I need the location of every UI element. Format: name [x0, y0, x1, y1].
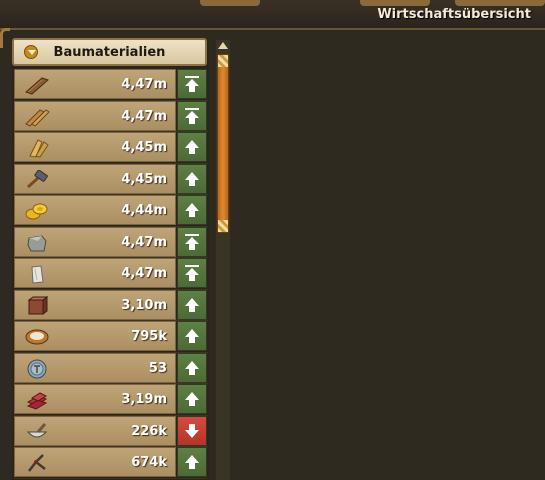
trend-up-arrow-icon[interactable]	[177, 447, 207, 477]
resource-cell: 795k	[14, 321, 176, 351]
resource-value: 4,45m	[121, 140, 167, 155]
silver-coin-icon	[23, 358, 51, 380]
trend-up-arrow-icon[interactable]	[177, 163, 207, 194]
resource-cell: 674k	[14, 447, 176, 477]
resource-row[interactable]: 4,45m	[14, 163, 208, 195]
resource-cell: 3,10m	[14, 289, 176, 320]
resource-cell: 4,45m	[14, 132, 176, 162]
resource-row[interactable]: 3,19m	[14, 384, 208, 416]
scroll-thumb-cap	[218, 55, 228, 67]
resource-cell: 4,47m	[14, 258, 176, 288]
resource-value: 4,47m	[121, 108, 167, 124]
trend-up-arrow-icon[interactable]	[177, 289, 207, 320]
plank-icon	[23, 74, 51, 96]
resource-cell: 4,44m	[14, 195, 176, 225]
scrollbar[interactable]	[216, 40, 230, 480]
resource-value: 674k	[131, 455, 167, 470]
dropdown-arrow-icon	[24, 45, 38, 59]
resource-value: 4,47m	[121, 77, 167, 92]
resource-cell: 53	[14, 352, 176, 383]
scroll-up-arrow-icon[interactable]	[216, 40, 230, 52]
frame-corner-ornament	[0, 28, 10, 48]
title-bar: Wirtschaftsübersicht	[0, 0, 545, 30]
gold-coins-icon	[23, 200, 51, 222]
resource-value: 3,19m	[121, 392, 167, 407]
resource-row[interactable]: 4,47m	[14, 100, 208, 132]
resource-row[interactable]: 4,47m	[14, 258, 208, 290]
trend-up-arrow-icon[interactable]	[177, 132, 207, 162]
resource-row[interactable]: 226k	[14, 415, 208, 447]
resource-cell: 3,19m	[14, 384, 176, 414]
window-title: Wirtschaftsübersicht	[377, 7, 531, 22]
trend-max-arrow-icon[interactable]	[177, 100, 207, 131]
resource-value: 4,44m	[121, 203, 167, 218]
resource-value: 3,10m	[121, 297, 167, 313]
resource-row[interactable]: 4,44m	[14, 195, 208, 227]
scroll-thumb-cap	[218, 220, 228, 232]
trend-max-arrow-icon[interactable]	[177, 258, 207, 288]
resource-value: 4,47m	[121, 234, 167, 250]
resource-row[interactable]: 795k	[14, 321, 208, 353]
trend-max-arrow-icon[interactable]	[177, 226, 207, 257]
resource-cell: 4,47m	[14, 226, 176, 257]
trend-up-arrow-icon[interactable]	[177, 195, 207, 225]
mortar-bowl-icon	[23, 326, 51, 348]
pliers-icon	[23, 452, 51, 474]
scroll-thumb[interactable]	[217, 54, 229, 233]
stone-icon	[23, 232, 51, 254]
hardwood-plank-icon	[23, 106, 51, 128]
resource-cell: 4,47m	[14, 69, 176, 99]
mortar-pestle-icon	[23, 421, 51, 443]
resource-row[interactable]: 53	[14, 352, 208, 384]
trend-up-arrow-icon[interactable]	[177, 384, 207, 414]
trend-up-arrow-icon[interactable]	[177, 352, 207, 383]
granite-icon	[23, 295, 51, 317]
resource-row[interactable]: 4,47m	[14, 226, 208, 258]
trend-max-arrow-icon[interactable]	[177, 69, 207, 99]
resource-value: 795k	[131, 329, 167, 344]
resource-row[interactable]: 3,10m	[14, 289, 208, 321]
title-bar-ornament	[200, 0, 260, 6]
resource-row[interactable]: 4,47m	[14, 69, 208, 101]
marble-icon	[23, 263, 51, 285]
trend-down-arrow-icon[interactable]	[177, 415, 207, 446]
resource-row[interactable]: 4,45m	[14, 132, 208, 164]
title-bar-ornament	[360, 0, 430, 6]
resource-value: 4,47m	[121, 266, 167, 281]
category-dropdown[interactable]: Baumaterialien	[12, 38, 207, 66]
resource-row[interactable]: 674k	[14, 447, 208, 479]
resource-value: 53	[148, 360, 167, 376]
resource-cell: 4,45m	[14, 163, 176, 194]
hammer-tool-icon	[23, 169, 51, 191]
resource-cell: 4,47m	[14, 100, 176, 131]
bricks-icon	[23, 389, 51, 411]
resource-list: 4,47m 4,47m 4,45m 4,45m 4,44m 4,47m 4,47m 3,10m…	[14, 69, 208, 479]
exotic-plank-icon	[23, 137, 51, 159]
resource-value: 4,45m	[121, 171, 167, 187]
category-label: Baumaterialien	[53, 44, 166, 60]
trend-up-arrow-icon[interactable]	[177, 321, 207, 351]
title-bar-ornament	[455, 0, 545, 6]
resource-panel: Baumaterialien 4,47m 4,47m 4,45m 4,45m 4,44m…	[12, 38, 209, 480]
resource-cell: 226k	[14, 415, 176, 446]
resource-value: 226k	[131, 423, 167, 439]
